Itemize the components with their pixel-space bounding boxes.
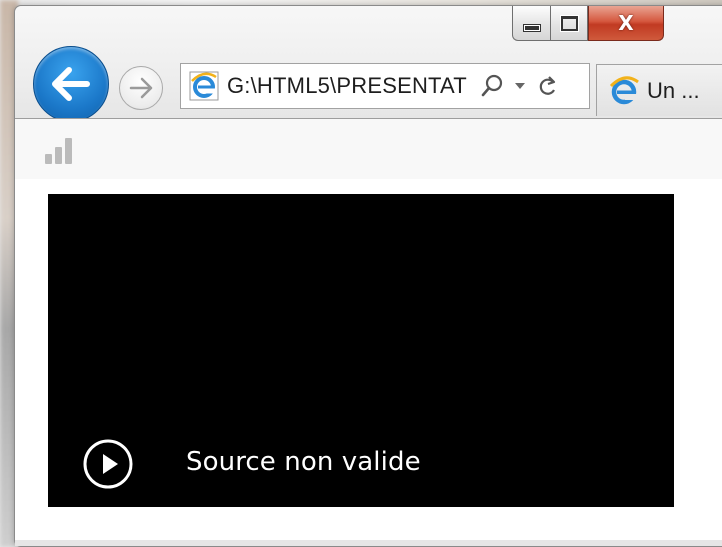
signal-bars-icon — [45, 136, 75, 164]
ie-tab-icon — [609, 75, 639, 104]
address-bar[interactable]: G:\HTML5\PRESENTAT — [180, 63, 590, 109]
window-caption-buttons: X — [512, 6, 664, 44]
close-button[interactable]: X — [588, 6, 664, 41]
browser-window: X G:\HTML5\PRESENTAT Un ... Source non v… — [14, 5, 722, 547]
forward-button[interactable] — [119, 66, 163, 110]
status-strip — [15, 540, 722, 546]
maximize-button[interactable] — [550, 6, 588, 41]
minimize-icon — [523, 25, 540, 31]
close-icon: X — [618, 11, 634, 35]
play-icon — [83, 439, 133, 489]
dropdown-icon — [515, 83, 525, 89]
address-tools — [480, 74, 558, 98]
search-icon — [481, 74, 503, 97]
back-button[interactable] — [33, 46, 109, 122]
play-button[interactable] — [82, 438, 134, 490]
command-bar — [15, 118, 722, 180]
back-arrow-icon — [52, 67, 90, 101]
address-dropdown-button[interactable] — [514, 82, 526, 90]
video-error-message: Source non valide — [186, 447, 421, 477]
video-player[interactable]: Source non valide — [48, 194, 674, 507]
maximize-icon — [560, 15, 578, 31]
refresh-icon — [539, 76, 556, 95]
ie-icon — [189, 71, 219, 101]
page-content: Source non valide — [15, 179, 722, 546]
refresh-button[interactable] — [538, 75, 558, 97]
minimize-button[interactable] — [512, 6, 550, 41]
tab-title: Un ... — [647, 77, 700, 103]
forward-arrow-icon — [129, 77, 153, 99]
search-button[interactable] — [480, 74, 504, 98]
address-url[interactable]: G:\HTML5\PRESENTAT — [227, 73, 472, 99]
tab-active[interactable]: Un ... — [596, 64, 722, 116]
